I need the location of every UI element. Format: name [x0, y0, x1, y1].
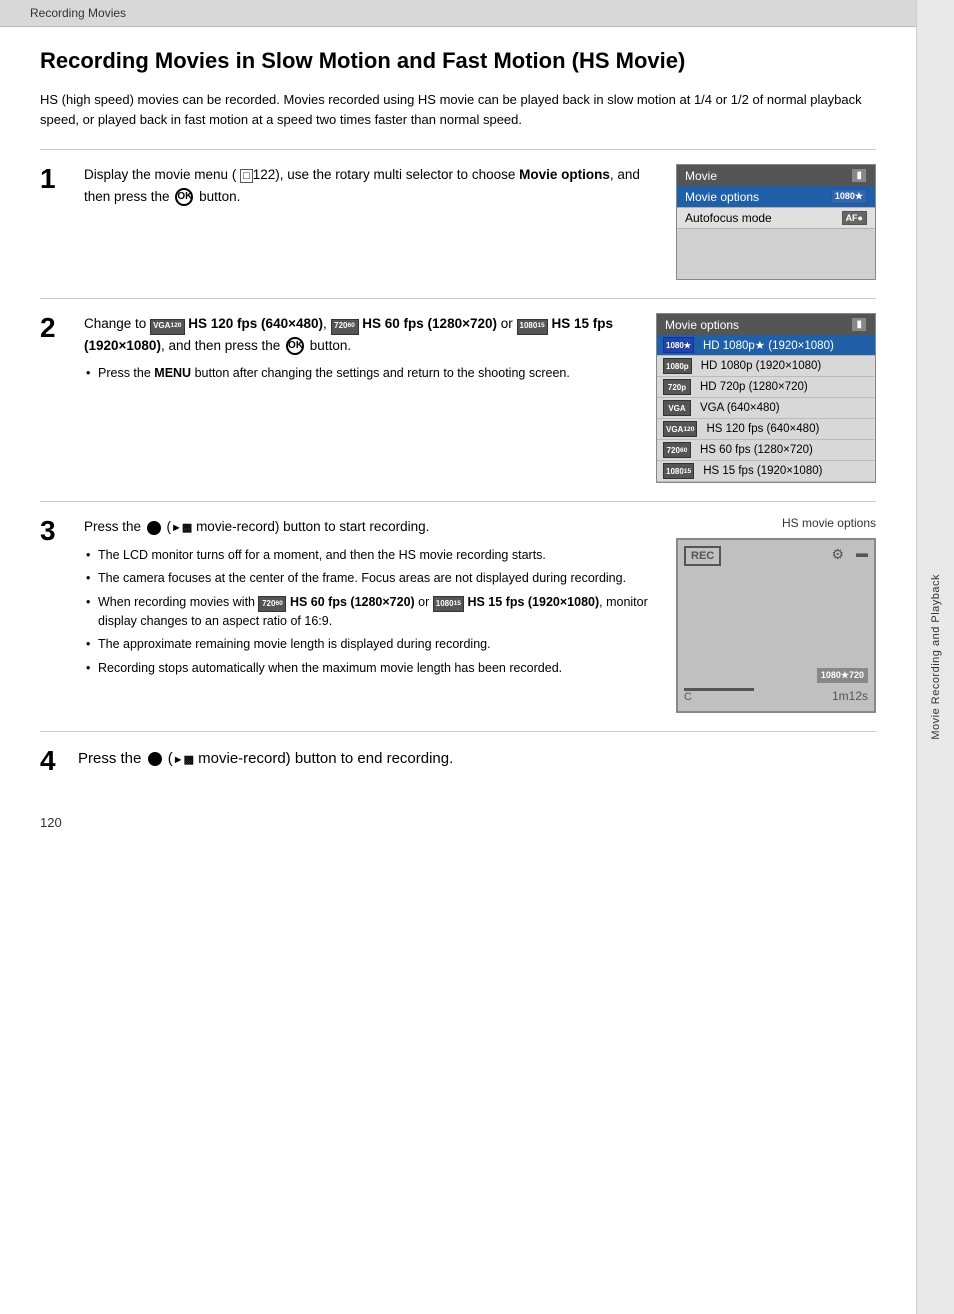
ok-button-icon: OK — [175, 188, 193, 206]
108015-badge: 108015 — [517, 319, 548, 335]
step-4-number: 4 — [40, 746, 68, 777]
step-1-image: Movie ▮ Movie options 1080★ Autofocus mo… — [676, 164, 876, 280]
step-1-body: Display the movie menu ( □122), use the … — [84, 164, 660, 213]
sidebar: Movie Recording and Playback — [916, 0, 954, 1314]
hs-options-label: HS movie options — [782, 516, 876, 530]
step-2-bullet-0: Press the MENU button after changing the… — [84, 364, 640, 383]
step-2-instruction: Change to VGA120 HS 120 fps (640×480), 7… — [84, 313, 640, 356]
step-3-text: Press the (►▩ movie-record) button to st… — [84, 516, 660, 682]
settings-icon: ⚙ — [831, 546, 844, 563]
step-4-body: Press the (►▩ movie-record) button to en… — [78, 747, 876, 777]
step-1-instruction: Display the movie menu ( □122), use the … — [84, 164, 660, 207]
page-wrapper: Recording Movies Recording Movies in Slo… — [0, 0, 954, 1314]
step-3-bullets: The LCD monitor turns off for a moment, … — [84, 546, 660, 678]
step-3-number: 3 — [40, 516, 68, 547]
step-4-row: 4 Press the (►▩ movie-record) button to … — [40, 746, 876, 777]
screen2-badge-2: 720p — [663, 379, 691, 395]
intro-text: HS (high speed) movies can be recorded. … — [40, 90, 876, 132]
screen2-badge-6: 108015 — [663, 463, 694, 479]
hs-preview-screen: REC ⚙ ▬ 1080★720 C 1m12s — [676, 538, 876, 713]
screen1-badge-0: 1080★ — [831, 189, 867, 204]
step-1-row: 1 Display the movie menu ( □122), use th… — [40, 164, 876, 280]
hs-c-label: C — [684, 691, 692, 703]
main-content: Recording Movies Recording Movies in Slo… — [0, 0, 916, 1314]
hs-progress-bar — [684, 688, 754, 691]
movie-record-symbol: ►▩ — [171, 522, 192, 534]
step-3-cols: 3 Press the (►▩ movie-record) button to … — [40, 516, 876, 713]
step-4-section: 4 Press the (►▩ movie-record) button to … — [40, 731, 876, 777]
movie-menu-screen: Movie ▮ Movie options 1080★ Autofocus mo… — [676, 164, 876, 280]
screen1-empty-space — [677, 229, 875, 279]
step-2-body: Change to VGA120 HS 120 fps (640×480), 7… — [84, 313, 640, 388]
step-3-bullet-2: When recording movies with 72060 HS 60 f… — [84, 593, 660, 632]
screen2-badge-3: VGA — [663, 400, 691, 416]
screen2-mode-icon: ▮ — [851, 317, 867, 332]
record-button-icon — [147, 521, 161, 535]
step-2-image: Movie options ▮ 1080★ HD 1080p★ (1920×10… — [656, 313, 876, 483]
rec-badge: REC — [684, 546, 721, 566]
108015-badge-inline: 108015 — [433, 596, 464, 612]
content-area: Recording Movies in Slow Motion and Fast… — [0, 27, 916, 1314]
page-number: 120 — [40, 795, 876, 840]
vga120-badge: VGA120 — [150, 319, 184, 335]
screen2-item-0: 1080★ HD 1080p★ (1920×1080) — [657, 335, 875, 356]
step-3-bullet-0: The LCD monitor turns off for a moment, … — [84, 546, 660, 565]
menu-icon: ▬ — [856, 546, 868, 560]
72060-badge-inline: 72060 — [258, 596, 286, 612]
screen2-badge-4: VGA120 — [663, 421, 697, 437]
72060-badge: 72060 — [331, 319, 359, 335]
screen2-item-1: 1080p HD 1080p (1920×1080) — [657, 356, 875, 377]
screen2-badge-1: 1080p — [663, 358, 692, 374]
sidebar-text: Movie Recording and Playback — [930, 574, 942, 740]
ok-button-icon-2: OK — [286, 337, 304, 355]
step-2-row: 2 Change to VGA120 HS 120 fps (640×480),… — [40, 313, 876, 483]
hs-time-display: 1m12s — [832, 689, 868, 703]
screen2-badge-0: 1080★ — [663, 337, 694, 353]
screen2-item-5: 72060 HS 60 fps (1280×720) — [657, 440, 875, 461]
step-2-section: 2 Change to VGA120 HS 120 fps (640×480),… — [40, 298, 876, 483]
step-2-bullets: Press the MENU button after changing the… — [84, 364, 640, 383]
screen2-title: Movie options ▮ — [657, 314, 875, 335]
step-1-section: 1 Display the movie menu ( □122), use th… — [40, 149, 876, 280]
screen1-mode-icon: ▮ — [851, 168, 867, 183]
step-3-instruction: Press the (►▩ movie-record) button to st… — [84, 516, 660, 538]
page-title: Recording Movies in Slow Motion and Fast… — [40, 47, 876, 76]
screen2-item-2: 720p HD 720p (1280×720) — [657, 377, 875, 398]
record-button-icon-4 — [148, 752, 162, 766]
movie-record-symbol-4: ►▩ — [173, 754, 194, 766]
screen2-item-4: VGA120 HS 120 fps (640×480) — [657, 419, 875, 440]
step-3-bullet-1: The camera focuses at the center of the … — [84, 569, 660, 588]
step-4-instruction: Press the (►▩ movie-record) button to en… — [78, 747, 876, 771]
screen1-item-1: Autofocus mode AF● — [677, 208, 875, 229]
step-3-bullet-3: The approximate remaining movie length i… — [84, 635, 660, 654]
hs-resolution-badge: 1080★720 — [817, 668, 868, 683]
screen1-badge-1: AF● — [842, 211, 867, 225]
breadcrumb-text: Recording Movies — [30, 6, 126, 20]
screen2-item-3: VGA VGA (640×480) — [657, 398, 875, 419]
step-2-number: 2 — [40, 313, 68, 344]
screen2-item-6: 108015 HS 15 fps (1920×1080) — [657, 461, 875, 482]
step-3-bullet-4: Recording stops automatically when the m… — [84, 659, 660, 678]
step-3-image: HS movie options REC ⚙ ▬ 1080★720 C 1m1 — [676, 516, 876, 713]
screen1-title: Movie ▮ — [677, 165, 875, 186]
screen1-item-0: Movie options 1080★ — [677, 186, 875, 208]
step-1-number: 1 — [40, 164, 68, 195]
movie-options-screen: Movie options ▮ 1080★ HD 1080p★ (1920×10… — [656, 313, 876, 483]
step-3-section: 3 Press the (►▩ movie-record) button to … — [40, 501, 876, 713]
screen2-badge-5: 72060 — [663, 442, 691, 458]
breadcrumb: Recording Movies — [0, 0, 916, 27]
screen1-menu-body: Movie options 1080★ Autofocus mode AF● — [677, 186, 875, 279]
